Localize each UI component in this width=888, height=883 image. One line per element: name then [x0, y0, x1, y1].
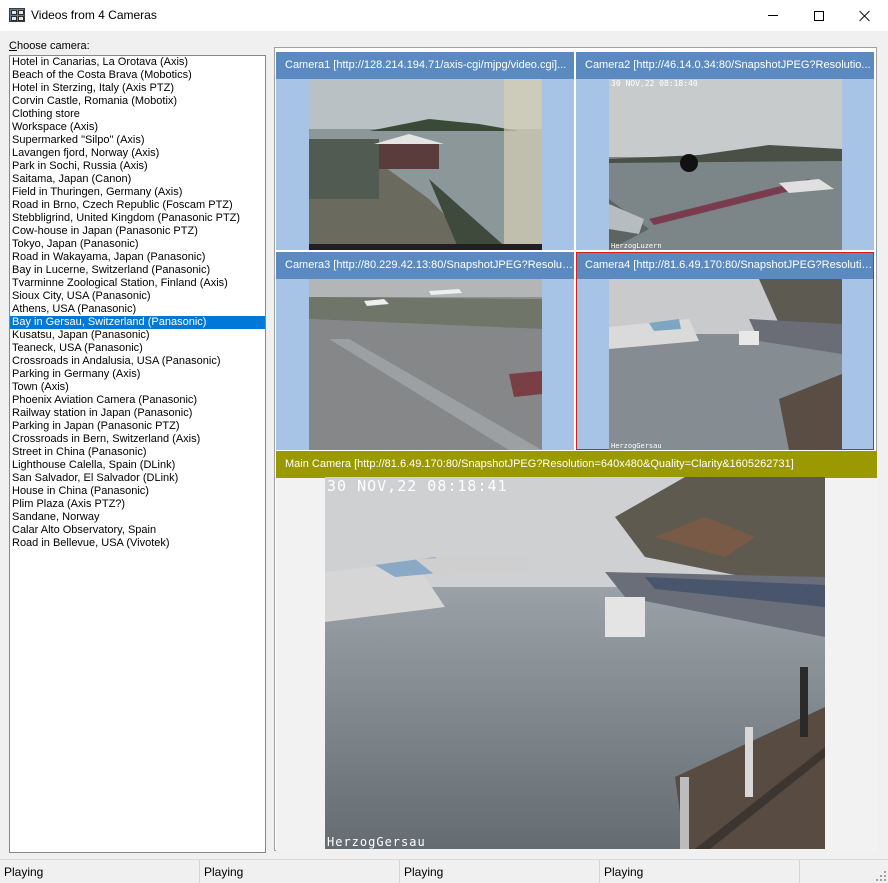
- main-camera-video[interactable]: 30 NOV,22 08:18:41 HerzogGersau: [325, 477, 825, 849]
- close-button[interactable]: [842, 0, 888, 31]
- camera-tile-4-title: Camera4 [http://81.6.49.170:80/SnapshotJ…: [576, 252, 874, 279]
- camera-list-item[interactable]: Road in Wakayama, Japan (Panasonic): [10, 251, 265, 264]
- resize-grip-icon[interactable]: [874, 869, 886, 881]
- camera-list-item[interactable]: Bay in Lucerne, Switzerland (Panasonic): [10, 264, 265, 277]
- camera-list-item[interactable]: Road in Bellevue, USA (Vivotek): [10, 537, 265, 550]
- camera-tile-3-title: Camera3 [http://80.229.42.13:80/Snapshot…: [276, 252, 574, 279]
- camera-2-frame: [609, 79, 842, 250]
- maximize-button[interactable]: [796, 0, 842, 31]
- camera-1-video[interactable]: [309, 79, 542, 250]
- camera-2-video[interactable]: 30 NOV,22 08:18:40 HerzogLuzern: [609, 79, 842, 250]
- camera-tile-3[interactable]: Camera3 [http://80.229.42.13:80/Snapshot…: [276, 252, 574, 450]
- camera-list-item[interactable]: Phoenix Aviation Camera (Panasonic): [10, 394, 265, 407]
- main-camera-frame: [325, 477, 825, 849]
- choose-camera-label: Choose camera:: [9, 40, 90, 52]
- camera-list-item[interactable]: Town (Axis): [10, 381, 265, 394]
- choose-camera-label-text: hoose camera:: [16, 40, 90, 52]
- camera-list-item[interactable]: Park in Sochi, Russia (Axis): [10, 160, 265, 173]
- title-bar: Videos from 4 Cameras: [0, 0, 888, 31]
- status-segment-3: Playing: [400, 860, 600, 883]
- camera-list-item[interactable]: Bay in Gersau, Switzerland (Panasonic): [10, 316, 265, 329]
- camera-list-item[interactable]: San Salvador, El Salvador (DLink): [10, 472, 265, 485]
- camera-listbox[interactable]: Hotel in Canarias, La Orotava (Axis) Beac…: [9, 55, 266, 853]
- status-bar: Playing Playing Playing Playing: [0, 859, 888, 883]
- camera-list-item[interactable]: Workspace (Axis): [10, 121, 265, 134]
- camera-list-item[interactable]: Tokyo, Japan (Panasonic): [10, 238, 265, 251]
- camera-list-item[interactable]: Parking in Germany (Axis): [10, 368, 265, 381]
- camera-list-item[interactable]: Crossroads in Bern, Switzerland (Axis): [10, 433, 265, 446]
- camera-list-item[interactable]: Hotel in Canarias, La Orotava (Axis): [10, 56, 265, 69]
- maximize-icon: [814, 10, 824, 21]
- camera-4-frame: [609, 279, 842, 450]
- camera-list-item[interactable]: Parking in Japan (Panasonic PTZ): [10, 420, 265, 433]
- camera-1-frame: [309, 79, 542, 250]
- camera-list-item[interactable]: Plim Plaza (Axis PTZ?): [10, 498, 265, 511]
- camera-2-watermark: HerzogLuzern: [611, 242, 662, 250]
- camera-tile-2-title: Camera2 [http://46.14.0.34:80/SnapshotJP…: [576, 52, 874, 79]
- main-camera-watermark: HerzogGersau: [327, 835, 426, 849]
- camera-list-item[interactable]: Athens, USA (Panasonic): [10, 303, 265, 316]
- camera-list-item[interactable]: Lighthouse Calella, Spain (DLink): [10, 459, 265, 472]
- camera-grid: Camera1 [http://128.214.194.71/axis-cgi/…: [274, 47, 877, 851]
- camera-list-item[interactable]: House in China (Panasonic): [10, 485, 265, 498]
- camera-2-timestamp: 30 NOV,22 08:18:40: [611, 79, 698, 88]
- window-title: Videos from 4 Cameras: [31, 8, 157, 22]
- camera-list-item[interactable]: Lavangen fjord, Norway (Axis): [10, 147, 265, 160]
- minimize-button[interactable]: [750, 0, 796, 31]
- status-segment-4: Playing: [600, 860, 800, 883]
- camera-list-item[interactable]: Calar Alto Observatory, Spain: [10, 524, 265, 537]
- camera-list-item[interactable]: Beach of the Costa Brava (Mobotics): [10, 69, 265, 82]
- camera-4-video[interactable]: HerzogGersau: [609, 279, 842, 450]
- camera-4-watermark: HerzogGersau: [611, 442, 662, 450]
- status-segment-1: Playing: [0, 860, 200, 883]
- camera-list-item[interactable]: Cow-house in Japan (Panasonic PTZ): [10, 225, 265, 238]
- status-segment-2: Playing: [200, 860, 400, 883]
- camera-list-item[interactable]: Kusatsu, Japan (Panasonic): [10, 329, 265, 342]
- camera-list-item[interactable]: Corvin Castle, Romania (Mobotix): [10, 95, 265, 108]
- camera-list-item[interactable]: Sioux City, USA (Panasonic): [10, 290, 265, 303]
- camera-list-item[interactable]: Supermarked "Silpo" (Axis): [10, 134, 265, 147]
- choose-camera-accel-key: C: [9, 40, 17, 52]
- camera-tile-1-title: Camera1 [http://128.214.194.71/axis-cgi/…: [276, 52, 574, 79]
- camera-list-item[interactable]: Stebbligrind, United Kingdom (Panasonic …: [10, 212, 265, 225]
- camera-list-item[interactable]: Street in China (Panasonic): [10, 446, 265, 459]
- app-icon: [9, 8, 25, 22]
- camera-list-item[interactable]: Sandane, Norway: [10, 511, 265, 524]
- camera-tile-1[interactable]: Camera1 [http://128.214.194.71/axis-cgi/…: [276, 52, 574, 250]
- camera-3-frame: [309, 279, 542, 450]
- close-icon: [859, 10, 871, 22]
- camera-list-item[interactable]: Crossroads in Andalusia, USA (Panasonic): [10, 355, 265, 368]
- camera-list-item[interactable]: Teaneck, USA (Panasonic): [10, 342, 265, 355]
- camera-list-item[interactable]: Road in Brno, Czech Republic (Foscam PTZ…: [10, 199, 265, 212]
- camera-tile-4[interactable]: Camera4 [http://81.6.49.170:80/SnapshotJ…: [576, 252, 874, 450]
- camera-3-video[interactable]: [309, 279, 542, 450]
- main-camera-title: Main Camera [http://81.6.49.170:80/Snaps…: [276, 451, 877, 478]
- camera-list-item[interactable]: Clothing store: [10, 108, 265, 121]
- camera-list-item[interactable]: Tvarminne Zoological Station, Finland (A…: [10, 277, 265, 290]
- main-camera-tile[interactable]: Main Camera [http://81.6.49.170:80/Snaps…: [276, 451, 877, 851]
- main-camera-timestamp: 30 NOV,22 08:18:41: [327, 477, 508, 495]
- camera-list-item[interactable]: Saitama, Japan (Canon): [10, 173, 265, 186]
- camera-list-item[interactable]: Hotel in Sterzing, Italy (Axis PTZ): [10, 82, 265, 95]
- camera-tile-2[interactable]: Camera2 [http://46.14.0.34:80/SnapshotJP…: [576, 52, 874, 250]
- camera-list-item[interactable]: Railway station in Japan (Panasonic): [10, 407, 265, 420]
- camera-list-item[interactable]: Field in Thuringen, Germany (Axis): [10, 186, 265, 199]
- minimize-icon: [768, 15, 778, 16]
